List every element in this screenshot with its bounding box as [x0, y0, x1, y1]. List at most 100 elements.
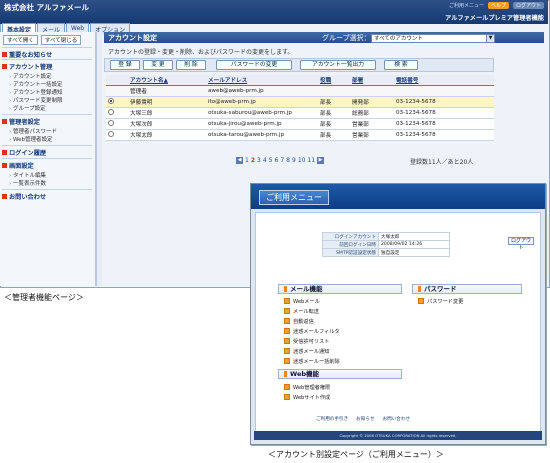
page-link[interactable]: 5	[269, 157, 273, 164]
user-menu-link[interactable]: ご利用メニュー	[449, 2, 484, 9]
page-link[interactable]: 11	[307, 157, 315, 164]
divider	[2, 114, 92, 115]
pagination: ◀ 1 2 3 4 5 6 7 8 9 10 11 ▶	[236, 157, 325, 164]
account-name: 伊藤貴明	[128, 96, 206, 108]
row-radio[interactable]	[108, 120, 114, 126]
delete-button[interactable]: 削 除	[176, 60, 206, 70]
bullet-icon	[2, 194, 7, 199]
sidebar-section-login-history[interactable]: ログイン履歴	[2, 148, 46, 157]
sidebar-item-list-count[interactable]: 一覧表示件数	[9, 179, 46, 187]
logout-button[interactable]: ログアウト	[508, 237, 534, 251]
search-button[interactable]: 検 索	[384, 60, 418, 70]
table-row[interactable]: 大塚三郎 otsuka-saburou@aweb-prm.jp 部長 総務部 0…	[106, 107, 494, 119]
collapse-all-button[interactable]: すべて閉じる	[40, 35, 82, 45]
row-select	[106, 85, 128, 97]
account-title: 部長	[318, 96, 350, 108]
menu-item-allow-list[interactable]: 受信許可リスト	[284, 338, 329, 345]
menu-item-password-change[interactable]: パスワード変更	[418, 298, 463, 305]
account-dept: 営業部	[350, 129, 394, 141]
sidebar-section-admin[interactable]: 管理者設定	[2, 117, 40, 126]
page-link[interactable]: 3	[257, 157, 261, 164]
table-row[interactable]: 伊藤貴明 ito@aweb-prm.jp 部長 開発部 03-1234-5678	[106, 96, 494, 108]
section-label: ログイン履歴	[9, 150, 47, 157]
account-name: 大塚太郎	[128, 129, 206, 141]
sidebar-item-admin-password[interactable]: 管理者パスワード	[9, 127, 57, 135]
current-page: 2	[250, 157, 256, 164]
row-radio[interactable]	[108, 109, 114, 115]
contact-link[interactable]: お問い合わせ	[382, 416, 410, 422]
menu-item-forward[interactable]: メール転送	[284, 308, 319, 315]
sidebar-scrollbar[interactable]	[96, 32, 102, 286]
prev-page-icon[interactable]: ◀	[236, 157, 243, 164]
guide-link[interactable]: ご利用の手引き	[316, 416, 348, 422]
sidebar: すべて開く すべて閉じる 重要なお知らせ アカウント管理 アカウント設定 アカウ…	[0, 32, 96, 286]
column-header-dept[interactable]: 部署	[350, 75, 394, 86]
password-section-heading: パスワード	[412, 284, 522, 294]
table-row[interactable]: 管理者 aweb@aweb-prm.jp	[106, 85, 494, 97]
header-links: ご利用メニュー ヘルプ ログアウト	[449, 2, 544, 9]
user-footer-links: ご利用の手引き お知らせ お問い合わせ	[316, 416, 410, 422]
info-label: SMTP認証設定状態	[322, 248, 379, 257]
info-row: SMTP認証設定状態 独自設定	[322, 248, 450, 257]
page-link[interactable]: 6	[275, 157, 279, 164]
account-name: 大塚次郎	[128, 118, 206, 130]
menu-item-website-create[interactable]: Webサイト作成	[284, 394, 330, 401]
section-label: アカウント管理	[9, 64, 53, 71]
sidebar-item-web-admin[interactable]: Web管理者設定	[9, 135, 53, 143]
account-phone: 03-1234-5678	[394, 107, 494, 119]
page-link[interactable]: 4	[263, 157, 267, 164]
section-label: お問い合わせ	[9, 194, 47, 201]
sidebar-item-title-edit[interactable]: タイトル編集	[9, 171, 46, 179]
account-phone: 03-1234-5678	[394, 129, 494, 141]
column-header-title[interactable]: 役職	[318, 75, 350, 86]
menu-item-webmail[interactable]: Webメール	[284, 298, 320, 305]
menu-item-spam-filter[interactable]: 迷惑メールフィルタ	[284, 328, 340, 335]
group-select[interactable]: すべてのアカウント ▼	[371, 34, 495, 43]
account-title	[318, 85, 350, 97]
edit-button[interactable]: 変 更	[143, 60, 173, 70]
group-select-label: グループ選択：	[322, 34, 371, 42]
column-header-phone[interactable]: 電話番号	[394, 75, 494, 86]
notice-link[interactable]: お知らせ	[356, 416, 374, 422]
export-accounts-button[interactable]: アカウント一覧出力	[300, 60, 376, 70]
row-radio[interactable]	[108, 131, 114, 137]
sidebar-item-account-settings[interactable]: アカウント設定	[9, 72, 52, 80]
menu-item-auto-reply[interactable]: 自動返信	[284, 318, 314, 325]
account-email: otsuka-tarou@aweb-prm.jp	[206, 129, 318, 141]
change-password-button[interactable]: パスワードの変更	[216, 60, 292, 70]
row-select	[106, 96, 128, 108]
table-row[interactable]: 大塚次郎 otsuka-jirou@aweb-prm.jp 部長 営業部 03-…	[106, 118, 494, 130]
menu-item-spam-bulk-delete[interactable]: 迷惑メールー括削除	[284, 358, 340, 365]
page-link[interactable]: 7	[280, 157, 284, 164]
bullet-icon	[2, 163, 7, 168]
sidebar-item-bulk-settings[interactable]: アカウント一括設定	[9, 80, 63, 88]
menu-item-web-admin[interactable]: Web管理者権限	[284, 384, 330, 391]
next-page-icon[interactable]: ▶	[317, 157, 325, 164]
page-link[interactable]: 1	[245, 157, 249, 164]
help-button[interactable]: ヘルプ	[487, 2, 509, 9]
sidebar-item-registration-notice[interactable]: アカウント登録通知	[9, 88, 63, 96]
sidebar-item-password-restriction[interactable]: パスワード変更制限	[9, 96, 63, 104]
column-header-email[interactable]: メールアドレス	[206, 75, 318, 86]
sidebar-section-account[interactable]: アカウント管理	[2, 62, 52, 71]
expand-all-button[interactable]: すべて開く	[3, 35, 38, 45]
copyright: Copyright © 2008 OTSUKA CORPORATION All …	[254, 431, 542, 440]
sidebar-section-notices[interactable]: 重要なお知らせ	[2, 50, 52, 59]
sidebar-item-group-settings[interactable]: グループ設定	[9, 104, 46, 112]
column-header-account[interactable]: アカウント名▲	[128, 75, 206, 86]
page-link[interactable]: 10	[298, 157, 306, 164]
sidebar-section-screen[interactable]: 画面設定	[2, 161, 34, 170]
info-value: 大塚太郎	[378, 232, 450, 241]
section-label: 管理者設定	[9, 119, 40, 126]
logout-button[interactable]: ログアウト	[512, 2, 544, 9]
menu-item-spam-notice[interactable]: 迷惑メール通知	[284, 348, 329, 355]
account-phone: 03-1234-5678	[394, 96, 494, 108]
info-value: 独自設定	[378, 248, 450, 257]
row-radio[interactable]	[108, 98, 114, 104]
page-link[interactable]: 9	[292, 157, 296, 164]
page-link[interactable]: 8	[286, 157, 290, 164]
table-row[interactable]: 大塚太郎 otsuka-tarou@aweb-prm.jp 部長 営業部 03-…	[106, 129, 494, 141]
register-button[interactable]: 登 録	[110, 60, 140, 70]
row-select	[106, 107, 128, 119]
sidebar-section-contact[interactable]: お問い合わせ	[2, 192, 46, 201]
